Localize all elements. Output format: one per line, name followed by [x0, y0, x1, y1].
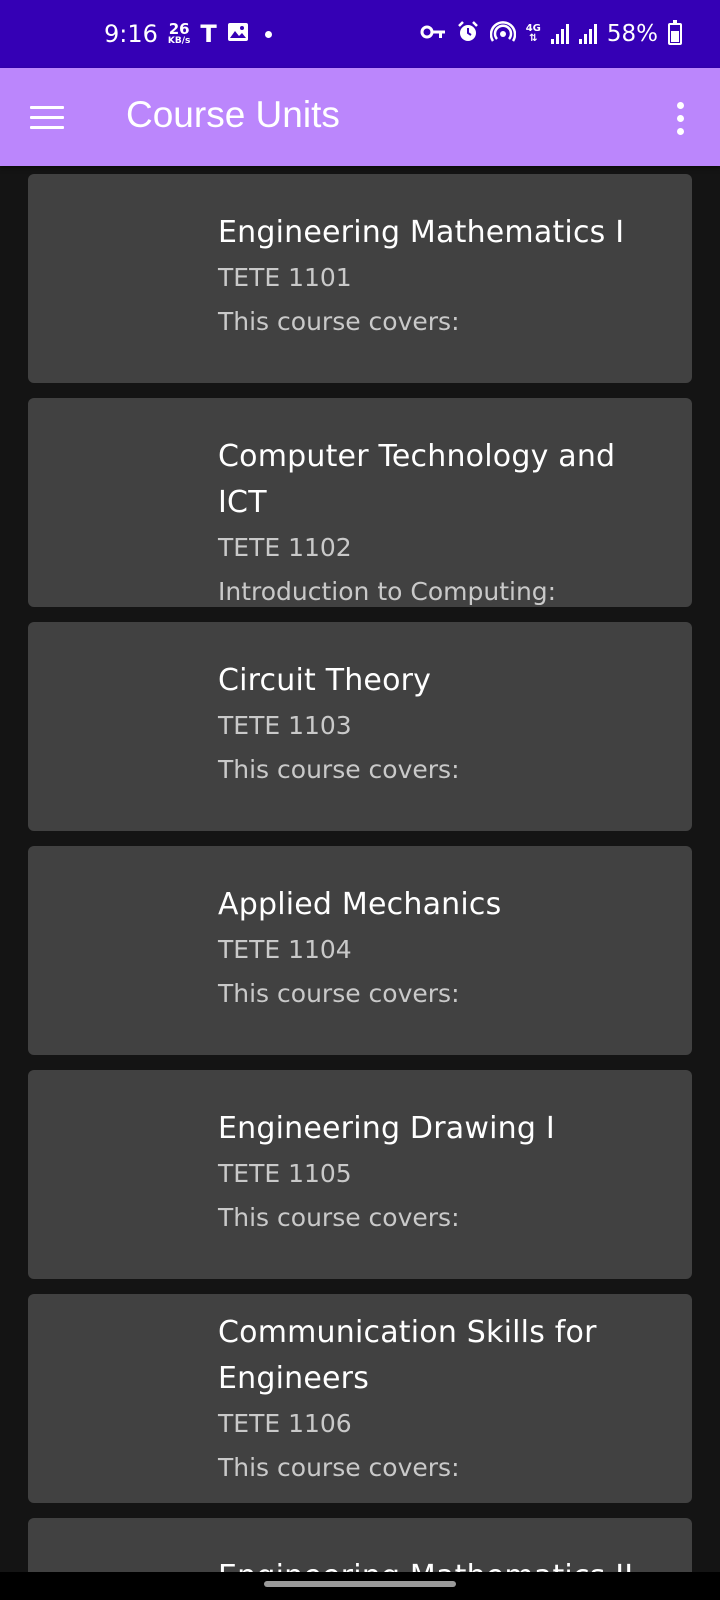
course-code: TETE 1105 — [218, 1159, 352, 1188]
gallery-icon — [227, 22, 249, 46]
course-code: TETE 1102 — [218, 533, 352, 562]
system-navigation-bar — [0, 1572, 720, 1600]
course-card[interactable]: Circuit Theory TETE 1103 This course cov… — [28, 622, 692, 831]
app-bar: Course Units — [0, 68, 720, 166]
course-title: Engineering Drawing I — [218, 1111, 555, 1146]
menu-icon[interactable] — [30, 98, 68, 136]
course-description: This course covers: — [218, 307, 460, 336]
more-options-icon[interactable] — [670, 98, 690, 138]
course-description: This course covers: — [218, 1453, 460, 1482]
course-card[interactable]: Engineering Drawing I TETE 1105 This cou… — [28, 1070, 692, 1279]
carrier-icon: T — [200, 20, 217, 48]
course-code: TETE 1104 — [218, 935, 352, 964]
course-title: Engineering Mathematics I — [218, 215, 625, 250]
course-title: Communication Skills for Engineers — [218, 1315, 597, 1396]
network-type: 4G ⇅ — [526, 24, 541, 44]
course-description: This course covers: — [218, 1203, 460, 1232]
status-bar-right: 4G ⇅ 58% — [420, 20, 682, 48]
course-description: This course covers: — [218, 755, 460, 784]
course-title: Computer Technology and ICT — [218, 439, 616, 520]
network-speed-value: 26 — [168, 20, 190, 38]
network-speed: 26 KB/s — [168, 22, 190, 46]
alarm-icon — [456, 20, 480, 48]
course-code: TETE 1106 — [218, 1409, 352, 1438]
course-code: TETE 1103 — [218, 711, 352, 740]
course-list[interactable]: Engineering Mathematics I TETE 1101 This… — [28, 174, 692, 1600]
hotspot-icon — [489, 20, 516, 48]
signal-icon — [550, 24, 569, 44]
course-title: Circuit Theory — [218, 663, 432, 698]
status-bar-left: 9:16 26 KB/s T — [104, 20, 272, 48]
course-card[interactable]: Applied Mechanics TETE 1104 This course … — [28, 846, 692, 1055]
page-title: Course Units — [126, 94, 340, 135]
course-title: Applied Mechanics — [218, 887, 502, 922]
network-speed-unit: KB/s — [167, 36, 191, 46]
battery-percent: 58% — [606, 21, 658, 47]
course-code: TETE 1101 — [218, 263, 352, 292]
vpn-key-icon — [420, 24, 446, 44]
status-bar: 9:16 26 KB/s T 4G ⇅ 58% — [0, 0, 720, 68]
course-card[interactable]: Computer Technology and ICT TETE 1102 In… — [28, 398, 692, 607]
data-arrows-icon: ⇅ — [529, 33, 538, 44]
clock: 9:16 — [104, 20, 158, 48]
course-description: Introduction to Computing: — [218, 577, 557, 606]
home-gesture-handle[interactable] — [264, 1581, 456, 1587]
battery-charging-icon — [668, 20, 682, 45]
course-description: This course covers: — [218, 979, 460, 1008]
signal-icon-2 — [578, 24, 597, 44]
course-card[interactable]: Engineering Mathematics I TETE 1101 This… — [28, 174, 692, 383]
notification-dot-icon — [264, 30, 272, 38]
course-card[interactable]: Communication Skills for Engineers TETE … — [28, 1294, 692, 1503]
